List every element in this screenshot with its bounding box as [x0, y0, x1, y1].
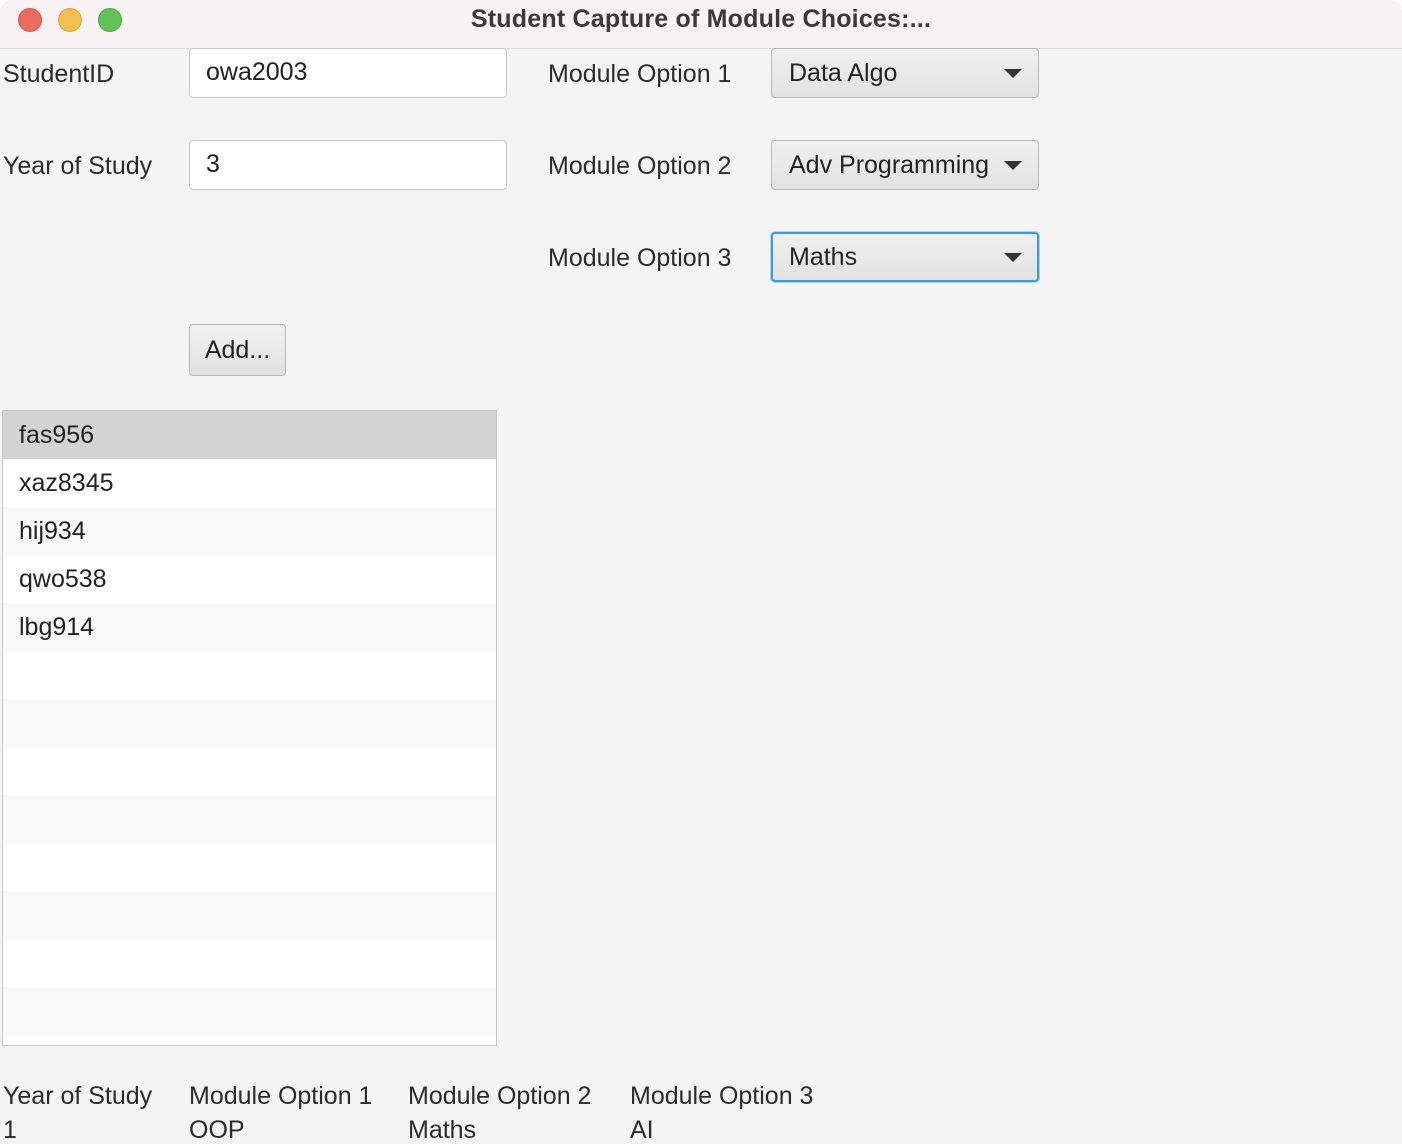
student-list[interactable]: fas956 xaz8345 hij934 qwo538 lbg914 — [2, 410, 497, 1046]
app-window: Student Capture of Module Choices:... St… — [0, 0, 1402, 1144]
student-id-input[interactable]: owa2003 — [189, 48, 507, 98]
details-value-module-2: Maths — [408, 1116, 477, 1144]
empty-list-row — [3, 795, 496, 843]
add-button[interactable]: Add... — [189, 324, 286, 376]
list-item[interactable]: hij934 — [3, 507, 496, 555]
module-option-3-select[interactable]: Maths — [771, 232, 1039, 282]
module-option-3-label: Module Option 3 — [548, 244, 732, 272]
details-value-module-3: AI — [630, 1116, 654, 1144]
details-value-year: 1 — [3, 1116, 17, 1144]
list-item[interactable]: qwo538 — [3, 555, 496, 603]
list-item[interactable]: fas956 — [3, 411, 496, 459]
module-option-2-label: Module Option 2 — [548, 152, 732, 180]
empty-list-row — [3, 747, 496, 795]
details-header-module-3: Module Option 3 — [630, 1082, 814, 1110]
list-item[interactable]: lbg914 — [3, 603, 496, 651]
student-id-label: StudentID — [3, 60, 115, 88]
details-value-module-1: OOP — [189, 1116, 245, 1144]
details-header-module-1: Module Option 1 — [189, 1082, 373, 1110]
details-header-module-2: Module Option 2 — [408, 1082, 592, 1110]
empty-list-row — [3, 699, 496, 747]
module-option-1-value: Data Algo — [789, 59, 898, 87]
module-option-1-select[interactable]: Data Algo — [771, 48, 1039, 98]
chevron-down-icon — [1004, 161, 1022, 170]
empty-list-row — [3, 651, 496, 699]
empty-list-row — [3, 843, 496, 891]
year-of-study-input[interactable]: 3 — [189, 140, 507, 190]
module-option-1-label: Module Option 1 — [548, 60, 732, 88]
year-of-study-label: Year of Study — [3, 152, 153, 180]
chevron-down-icon — [1004, 69, 1022, 78]
module-option-2-select[interactable]: Adv Programming — [771, 140, 1039, 190]
module-option-3-value: Maths — [789, 243, 858, 271]
empty-list-row — [3, 891, 496, 939]
module-option-2-value: Adv Programming — [789, 151, 990, 179]
empty-list-row — [3, 987, 496, 1035]
chevron-down-icon — [1004, 253, 1022, 262]
list-item[interactable]: xaz8345 — [3, 459, 496, 507]
details-header-year: Year of Study — [3, 1082, 153, 1110]
title-bar[interactable]: Student Capture of Module Choices:... — [0, 0, 1402, 49]
empty-list-row — [3, 939, 496, 987]
window-title: Student Capture of Module Choices:... — [470, 5, 932, 33]
